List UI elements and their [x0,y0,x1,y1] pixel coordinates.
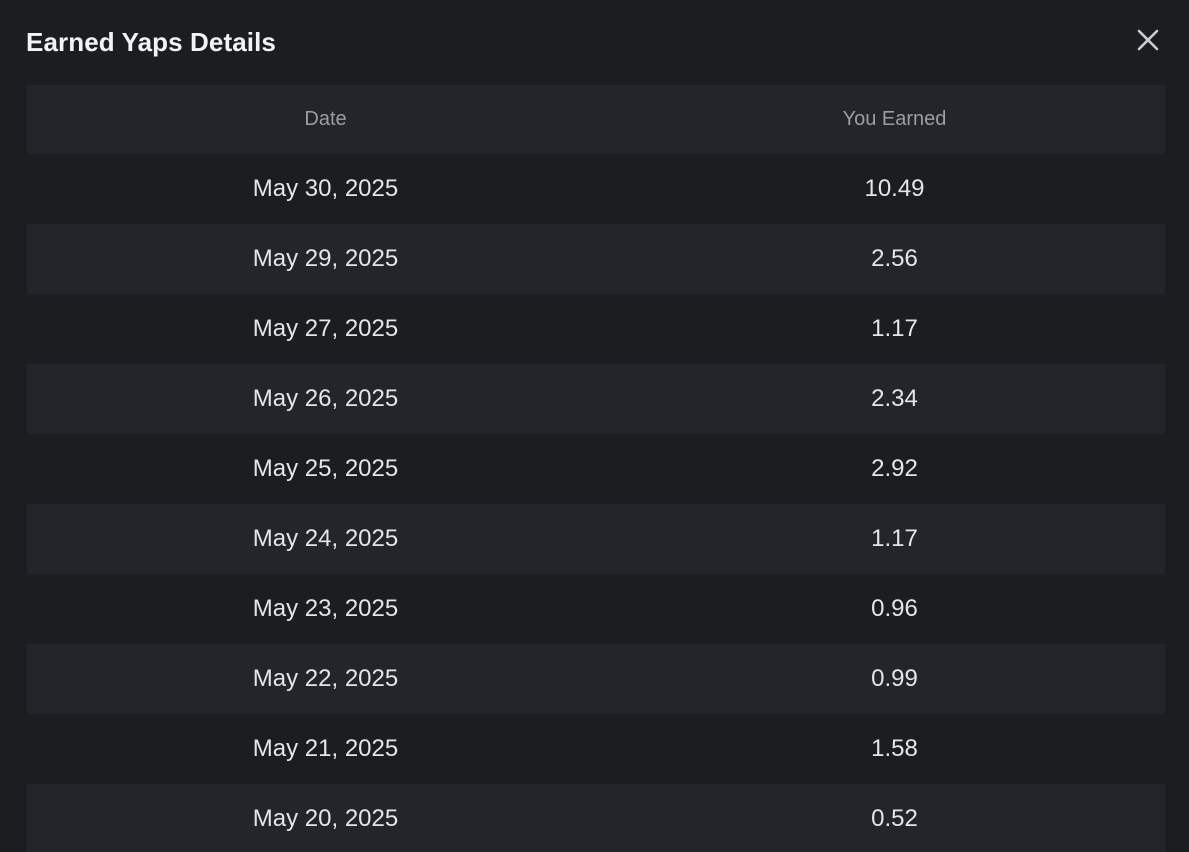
table-row: May 29, 2025 2.56 [27,224,1165,294]
column-header-earned: You Earned [842,108,947,130]
earned-cell: 10.49 [864,175,925,202]
table-row: May 27, 2025 1.17 [27,294,1165,364]
close-button[interactable] [1130,22,1166,58]
table-row: May 22, 2025 0.99 [27,644,1165,714]
column-header-date: Date [304,108,347,130]
table-header: Date You Earned [27,85,1165,154]
date-cell: May 24, 2025 [252,525,399,552]
date-cell: May 26, 2025 [252,385,399,412]
date-cell: May 22, 2025 [252,665,399,692]
earned-cell: 1.58 [871,735,918,762]
date-cell: May 21, 2025 [252,735,399,762]
earned-cell: 2.92 [871,455,918,482]
table-row: May 26, 2025 2.34 [27,364,1165,434]
table-row: May 24, 2025 1.17 [27,504,1165,574]
earned-cell: 0.52 [871,805,918,832]
earned-cell: 1.17 [871,525,918,552]
date-cell: May 27, 2025 [252,315,399,342]
table-row: May 20, 2025 0.52 [27,784,1165,852]
table-row: May 21, 2025 1.58 [27,714,1165,784]
table-row: May 25, 2025 2.92 [27,434,1165,504]
earned-cell: 0.99 [871,665,918,692]
earned-cell: 1.17 [871,315,918,342]
earned-cell: 0.96 [871,595,918,622]
date-cell: May 20, 2025 [252,805,399,832]
earned-cell: 2.34 [871,385,918,412]
earned-yaps-modal: Earned Yaps Details Date You Earned May … [0,0,1189,852]
table-row: May 23, 2025 0.96 [27,574,1165,644]
earned-cell: 2.56 [871,245,918,272]
date-cell: May 29, 2025 [252,245,399,272]
modal-title: Earned Yaps Details [26,27,276,57]
date-cell: May 30, 2025 [252,175,399,202]
date-cell: May 23, 2025 [252,595,399,622]
close-icon [1137,29,1159,51]
table-row: May 30, 2025 10.49 [27,154,1165,224]
earned-table: Date You Earned May 30, 2025 10.49 May 2… [27,85,1165,852]
date-cell: May 25, 2025 [252,455,399,482]
